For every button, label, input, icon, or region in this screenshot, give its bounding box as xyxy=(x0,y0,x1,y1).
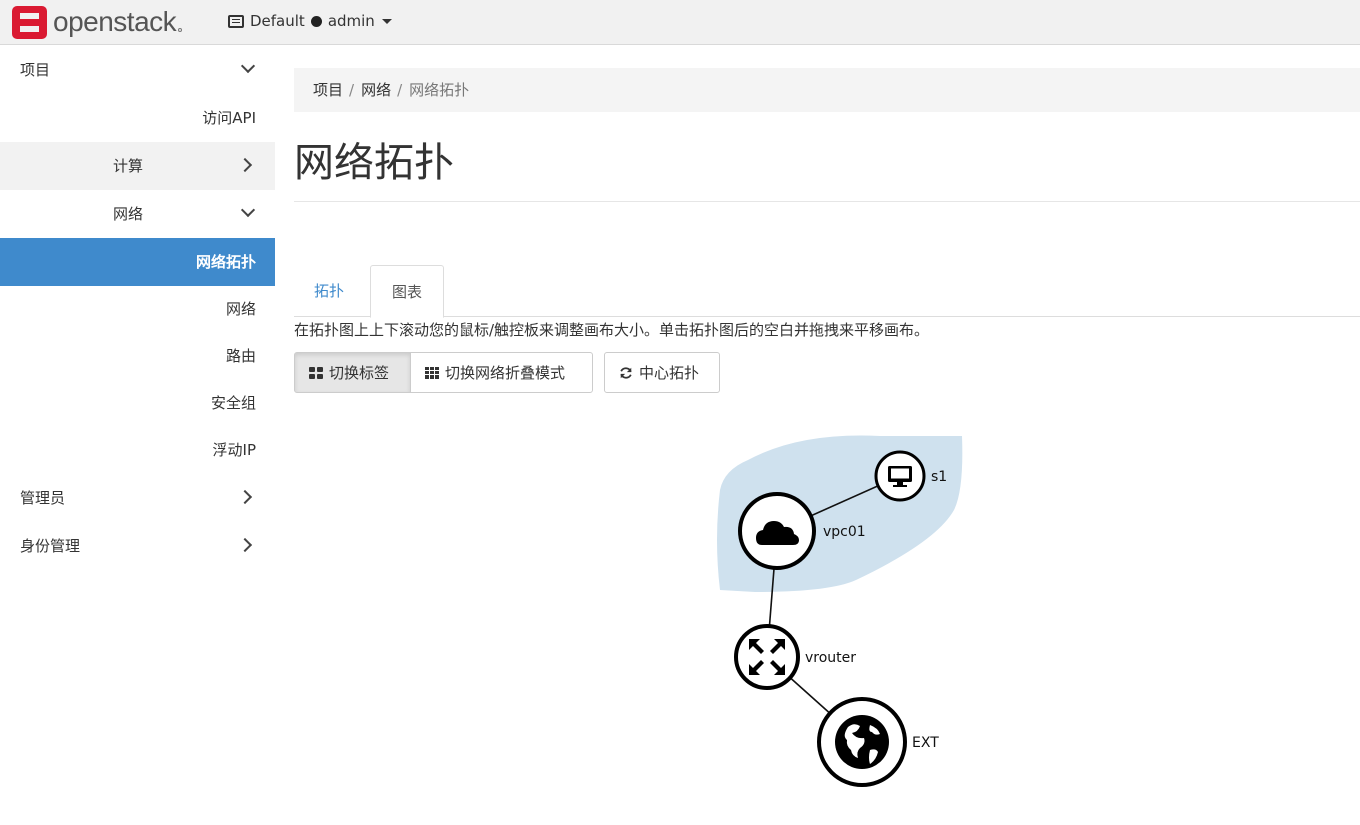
globe-icon xyxy=(835,715,889,769)
instance-label: s1 xyxy=(931,469,947,485)
sidebar-item-label: 身份管理 xyxy=(20,537,81,555)
openstack-logo-icon xyxy=(12,5,47,39)
user-label: admin xyxy=(327,12,375,30)
sidebar-item-project[interactable]: 项目 xyxy=(0,46,275,94)
toggle-labels-label: 切换标签 xyxy=(329,364,390,382)
domain-label: Default xyxy=(250,12,305,30)
sidebar-item-network[interactable]: 网络 xyxy=(0,190,275,238)
toggle-labels-button[interactable]: 切换标签 xyxy=(294,352,411,393)
sidebar-item-network-topology[interactable]: 网络拓扑 xyxy=(0,238,275,286)
sidebar-item-routers[interactable]: 路由 xyxy=(0,333,275,380)
sidebar-item-label: 路由 xyxy=(225,347,256,365)
external-network-label: EXT xyxy=(912,735,939,751)
breadcrumb: 项目 / 网络 / 网络拓扑 xyxy=(294,68,1360,112)
chevron-right-icon xyxy=(237,537,253,553)
caret-down-icon xyxy=(381,18,392,24)
breadcrumb-separator: / xyxy=(397,81,403,99)
sidebar-item-label: 浮动IP xyxy=(212,441,256,459)
sidebar-item-label: 计算 xyxy=(112,157,143,175)
sidebar-item-identity[interactable]: 身份管理 xyxy=(0,522,275,570)
sidebar-item-label: 安全组 xyxy=(210,394,256,412)
sidebar-item-access-api[interactable]: 访问API xyxy=(0,94,275,142)
sidebar-item-label: 项目 xyxy=(20,61,51,79)
sidebar-item-floating-ips[interactable]: 浮动IP xyxy=(0,427,275,474)
sidebar-item-label: 访问API xyxy=(202,109,256,127)
dot-icon xyxy=(310,15,322,27)
top-navbar: openstack Default admin xyxy=(0,0,1360,45)
project-selector[interactable]: Default admin xyxy=(228,12,392,30)
chevron-down-icon xyxy=(240,58,256,74)
toggle-collapse-label: 切换网络折叠模式 xyxy=(445,364,566,382)
external-network-node[interactable] xyxy=(817,697,907,787)
network-node[interactable] xyxy=(738,492,816,570)
tab-graph[interactable]: 图表 xyxy=(370,265,444,318)
breadcrumb-current: 网络拓扑 xyxy=(409,81,470,99)
topology-canvas[interactable]: vpc01 s1 vrouter EXT xyxy=(700,430,1000,800)
chevron-right-icon xyxy=(237,489,253,505)
center-topology-label: 中心拓扑 xyxy=(639,364,700,382)
brand-name: openstack xyxy=(53,6,177,37)
th-icon xyxy=(425,366,439,379)
toggle-collapse-button[interactable]: 切换网络折叠模式 xyxy=(410,352,593,393)
openstack-logo[interactable]: openstack xyxy=(12,5,183,39)
registered-mark xyxy=(178,28,183,32)
sidebar-item-compute[interactable]: 计算 xyxy=(0,142,275,190)
sidebar-item-label: 网络 xyxy=(112,205,143,223)
title-divider xyxy=(294,201,1360,202)
sidebar-item-label: 网络拓扑 xyxy=(195,253,256,271)
router-label: vrouter xyxy=(805,650,856,666)
router-node[interactable] xyxy=(734,624,800,690)
page-title: 网络拓扑 xyxy=(294,140,454,186)
sidebar-item-networks[interactable]: 网络 xyxy=(0,286,275,333)
usage-hint: 在拓扑图上上下滚动您的鼠标/触控板来调整画布大小。单击拓扑图后的空白并拖拽来平移… xyxy=(294,321,930,339)
sidebar-item-security-groups[interactable]: 安全组 xyxy=(0,380,275,427)
sidebar-item-admin[interactable]: 管理员 xyxy=(0,474,275,522)
tab-topology[interactable]: 拓扑 xyxy=(294,265,364,317)
sidebar: 项目 访问API 计算 网络 网络拓扑 网络 路由 安全组 浮动IP 管理员 身… xyxy=(0,46,275,570)
chevron-down-icon xyxy=(240,202,256,218)
breadcrumb-network[interactable]: 网络 xyxy=(361,81,391,99)
refresh-icon xyxy=(620,366,632,379)
network-label: vpc01 xyxy=(823,524,866,540)
th-large-icon xyxy=(309,366,323,379)
list-icon xyxy=(228,14,244,28)
breadcrumb-separator: / xyxy=(349,81,355,99)
chevron-right-icon xyxy=(237,157,253,173)
sidebar-item-label: 管理员 xyxy=(20,489,66,507)
sidebar-item-label: 网络 xyxy=(225,300,256,318)
center-topology-button[interactable]: 中心拓扑 xyxy=(604,352,720,393)
instance-node[interactable] xyxy=(874,450,926,502)
breadcrumb-project[interactable]: 项目 xyxy=(313,81,343,99)
view-tabs: 拓扑 图表 xyxy=(294,265,1360,318)
